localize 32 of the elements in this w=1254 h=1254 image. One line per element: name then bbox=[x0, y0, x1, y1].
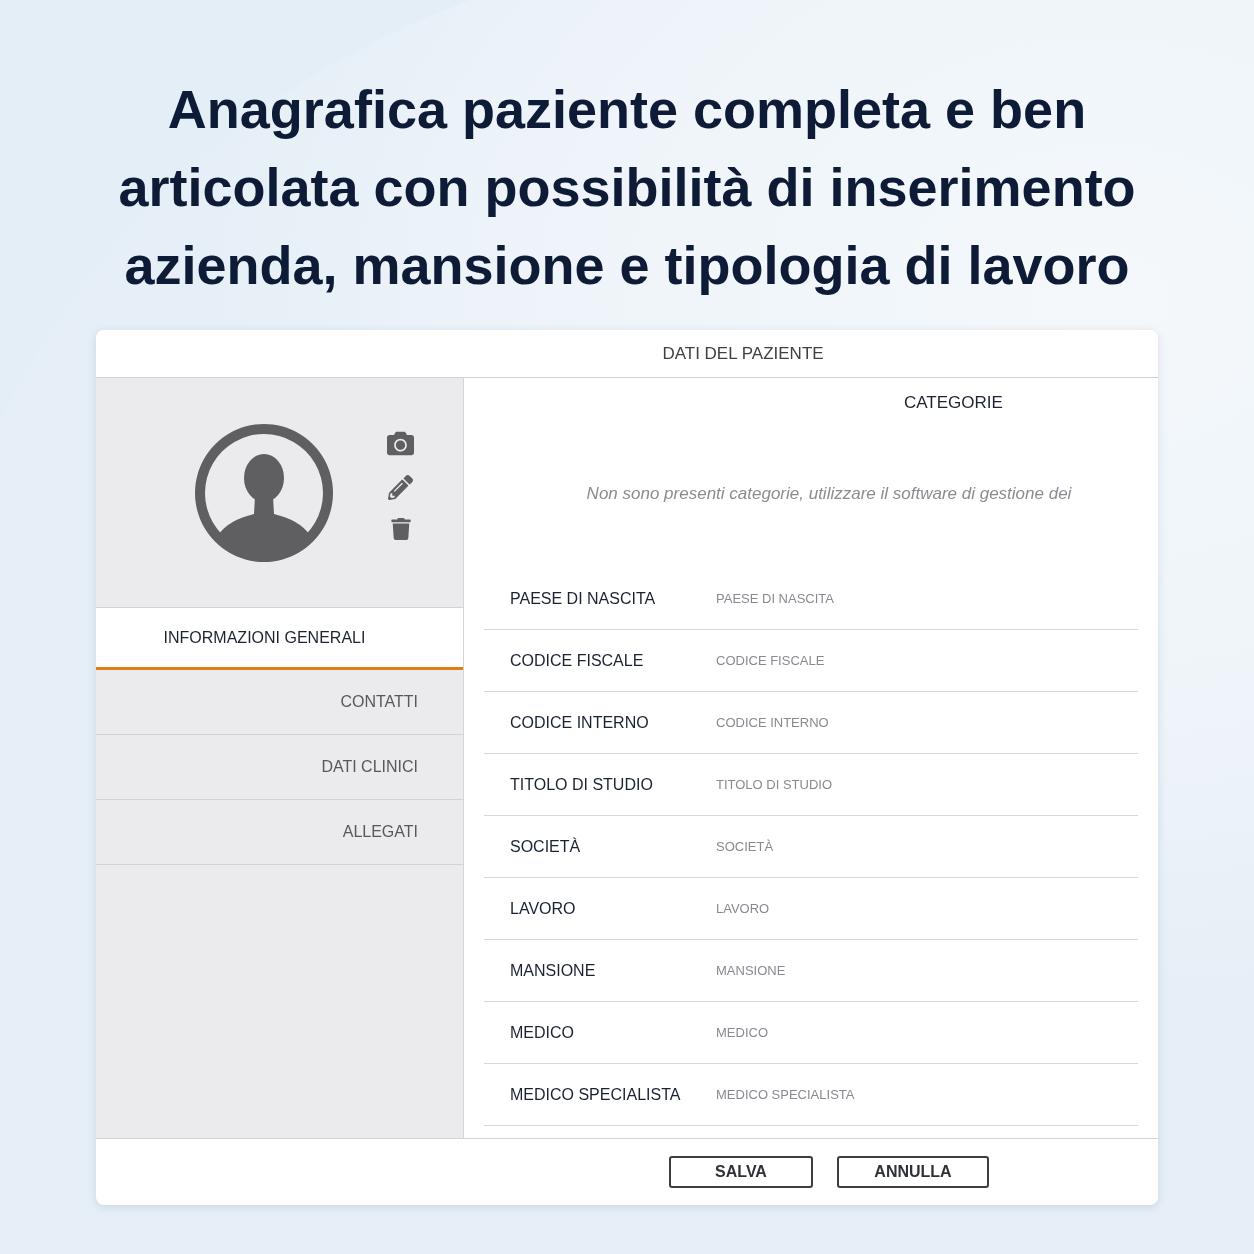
empty-message: Non sono presenti categorie, utilizzare il software di gestione dei bbox=[586, 484, 1072, 504]
categories-title: CATEGORIE bbox=[904, 393, 1003, 413]
cancel-button[interactable]: ANNULLA bbox=[837, 1156, 989, 1188]
field-label: TITOLO DI STUDIO bbox=[510, 775, 654, 794]
field-label: MEDICO SPECIALISTA bbox=[510, 1085, 682, 1104]
sidebar-tab[interactable]: CONTATTI bbox=[96, 670, 463, 735]
input-field[interactable]: PAESE DI NASCITA bbox=[716, 583, 1138, 614]
field-label: CODICE FISCALE bbox=[510, 651, 645, 670]
input-field[interactable]: CODICE FISCALE bbox=[716, 645, 1138, 676]
input-field[interactable]: MEDICO bbox=[716, 1017, 1138, 1048]
field-label: MANSIONE bbox=[510, 961, 597, 980]
avatar-icon bbox=[195, 423, 333, 562]
dialog-title: DATI DEL PAZIENTE bbox=[662, 343, 824, 364]
sidebar-tab[interactable]: DATI CLINICI bbox=[96, 735, 463, 800]
pencil-icon[interactable] bbox=[388, 474, 413, 500]
camera-icon[interactable] bbox=[387, 429, 414, 457]
field-label: PAESE DI NASCITA bbox=[510, 589, 657, 608]
input-field[interactable]: LAVORO bbox=[716, 893, 1138, 924]
headline: Anagrafica paziente completa e ben articolata con possibilità di inserimento azienda, mansione e tipologia di lavoro bbox=[118, 78, 1136, 297]
input-field[interactable]: TITOLO DI STUDIO bbox=[716, 769, 1138, 800]
field-label: MEDICO bbox=[510, 1023, 575, 1042]
input-field[interactable]: SOCIETÀ bbox=[716, 831, 1138, 862]
input-field[interactable]: MEDICO SPECIALISTA bbox=[716, 1079, 1138, 1110]
field-label: LAVORO bbox=[510, 899, 577, 918]
trash-icon[interactable] bbox=[389, 517, 412, 540]
input-field[interactable]: CODICE INTERNO bbox=[716, 707, 1138, 738]
sidebar-tab[interactable]: INFORMAZIONI GENERALI bbox=[96, 607, 463, 670]
field-label: CODICE INTERNO bbox=[510, 713, 650, 732]
sidebar-tab[interactable]: ALLEGATI bbox=[96, 800, 463, 865]
input-field[interactable]: MANSIONE bbox=[716, 955, 1138, 986]
save-button[interactable]: SALVA bbox=[669, 1156, 813, 1188]
field-label: SOCIETÀ bbox=[510, 837, 582, 856]
